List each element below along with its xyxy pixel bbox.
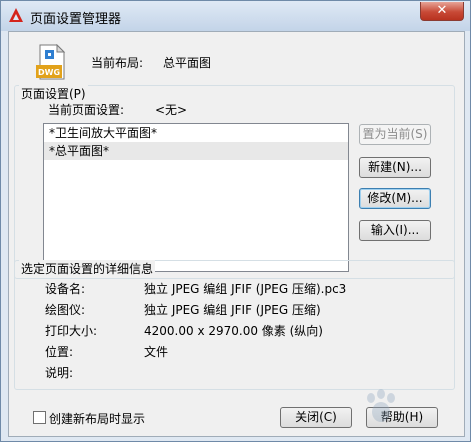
where-label: 位置: <box>45 345 74 359</box>
current-page-setup-label: 当前页面设置: <box>48 103 125 117</box>
current-page-setup-value: <无> <box>155 103 188 117</box>
autocad-a-icon <box>9 8 23 22</box>
watermark-paw-icon <box>367 389 395 422</box>
page-setup-manager-dialog: 页面设置管理器 ✕ DWG 当前布局: 总平面图 页面设置(P) 当前页面设置:… <box>0 0 471 442</box>
window-close-button[interactable]: ✕ <box>420 2 464 21</box>
page-setup-list[interactable]: *卫生间放大平面图* *总平面图* <box>43 123 349 272</box>
list-item[interactable]: *卫生间放大平面图* <box>44 124 348 142</box>
title-bar[interactable]: 页面设置管理器 ✕ <box>1 1 470 31</box>
current-layout-label: 当前布局: <box>91 56 144 70</box>
modify-button[interactable]: 修改(M)... <box>359 188 431 209</box>
import-button[interactable]: 输入(I)... <box>359 220 431 241</box>
description-label: 说明: <box>45 366 74 380</box>
list-item[interactable]: *总平面图* <box>44 142 348 160</box>
svg-text:DWG: DWG <box>38 68 60 77</box>
show-on-new-layout-checkbox[interactable] <box>33 411 46 424</box>
current-layout-value: 总平面图 <box>163 56 212 70</box>
page-setups-group-label: 页面设置(P) <box>19 85 88 102</box>
new-button[interactable]: 新建(N)... <box>359 157 431 178</box>
device-name-label: 设备名: <box>45 282 86 296</box>
window-title: 页面设置管理器 <box>30 12 122 27</box>
dwg-file-icon: DWG <box>36 44 66 80</box>
where-value: 文件 <box>144 345 169 359</box>
close-button[interactable]: 关闭(C) <box>280 407 352 428</box>
plotter-label: 绘图仪: <box>45 303 86 317</box>
show-on-new-layout-label[interactable]: 创建新布局时显示 <box>49 410 145 427</box>
details-group-label: 选定页面设置的详细信息 <box>19 260 156 277</box>
set-current-button[interactable]: 置为当前(S) <box>359 124 431 145</box>
plot-size-value: 4200.00 x 2970.00 像素 (纵向) <box>144 324 323 338</box>
plot-size-label: 打印大小: <box>45 324 98 338</box>
plotter-value: 独立 JPEG 编组 JFIF (JPEG 压缩) <box>144 303 321 317</box>
device-name-value: 独立 JPEG 编组 JFIF (JPEG 压缩).pc3 <box>144 282 347 296</box>
dialog-body: DWG 当前布局: 总平面图 页面设置(P) 当前页面设置: <无> *卫生间放… <box>8 31 465 437</box>
